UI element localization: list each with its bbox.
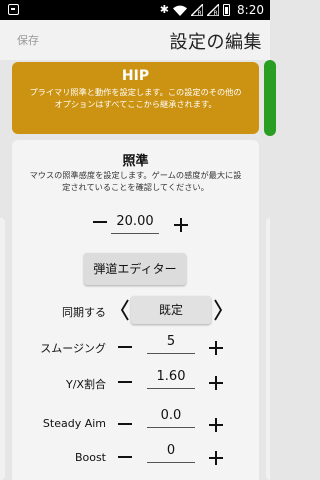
- sensitivity-value[interactable]: 20.00: [111, 214, 159, 234]
- chevron-left-icon[interactable]: [119, 298, 131, 322]
- boost-minus-button[interactable]: [115, 447, 135, 467]
- page-title: 設定の編集: [169, 32, 262, 53]
- prev-panel-peek[interactable]: [0, 218, 5, 480]
- ratio-minus-button[interactable]: [115, 372, 135, 392]
- aim-section-title: 照準: [122, 154, 149, 169]
- notification-icon: [8, 4, 19, 15]
- smoothing-value[interactable]: 5: [147, 334, 195, 354]
- ballistics-editor-button[interactable]: 弾道エディター: [84, 253, 186, 285]
- boost-value[interactable]: 0: [147, 443, 195, 463]
- clock: 8:20: [237, 3, 264, 17]
- boost-plus-button[interactable]: [206, 448, 226, 468]
- ratio-plus-button[interactable]: [206, 373, 226, 393]
- setting-label: Y/X割合: [66, 378, 106, 391]
- aim-section-description: マウスの照準感度を設定します。ゲームの感度が最大に設定されていることを確認してく…: [29, 170, 242, 192]
- ratio-value[interactable]: 1.60: [147, 369, 195, 389]
- sensitivity-minus-button[interactable]: [90, 212, 110, 232]
- setting-label: Boost: [74, 451, 106, 464]
- app-header: 保存 設定の編集: [0, 20, 270, 60]
- setting-label: スムージング: [40, 342, 106, 355]
- steady-aim-plus-button[interactable]: [206, 415, 226, 435]
- sensitivity-plus-button[interactable]: [171, 215, 191, 235]
- svg-text:R: R: [198, 10, 202, 16]
- smoothing-minus-button[interactable]: [115, 337, 135, 357]
- next-card-peek[interactable]: [264, 60, 276, 136]
- wifi-icon: [173, 5, 187, 16]
- steady-aim-minus-button[interactable]: [115, 414, 135, 434]
- smoothing-plus-button[interactable]: [206, 338, 226, 358]
- save-button[interactable]: 保存: [17, 32, 39, 48]
- svg-text:R: R: [214, 10, 218, 16]
- battery-icon: [223, 4, 230, 16]
- hip-title: HIP: [121, 68, 150, 84]
- hip-card[interactable]: HIP プライマリ照準と動作を設定します。この設定のその他のオプションはすべてこ…: [12, 62, 259, 134]
- setting-label: Steady Aim: [42, 417, 106, 430]
- sync-label: 同期する: [62, 306, 106, 319]
- next-panel-peek[interactable]: [266, 218, 270, 480]
- status-bar: ✱ R R 8:20: [0, 0, 270, 20]
- bluetooth-icon: ✱: [159, 3, 169, 16]
- hip-description: プライマリ照準と動作を設定します。この設定のその他のオプションはすべてここから継…: [29, 87, 242, 109]
- signal-icon: R: [207, 4, 219, 16]
- chevron-right-icon[interactable]: [212, 298, 224, 322]
- settings-panel: 照準 マウスの照準感度を設定します。ゲームの感度が最大に設定されていることを確認…: [12, 140, 259, 480]
- signal-icon: R: [191, 4, 203, 16]
- steady-aim-value[interactable]: 0.0: [147, 408, 195, 428]
- sync-preset-button[interactable]: 既定: [131, 296, 211, 324]
